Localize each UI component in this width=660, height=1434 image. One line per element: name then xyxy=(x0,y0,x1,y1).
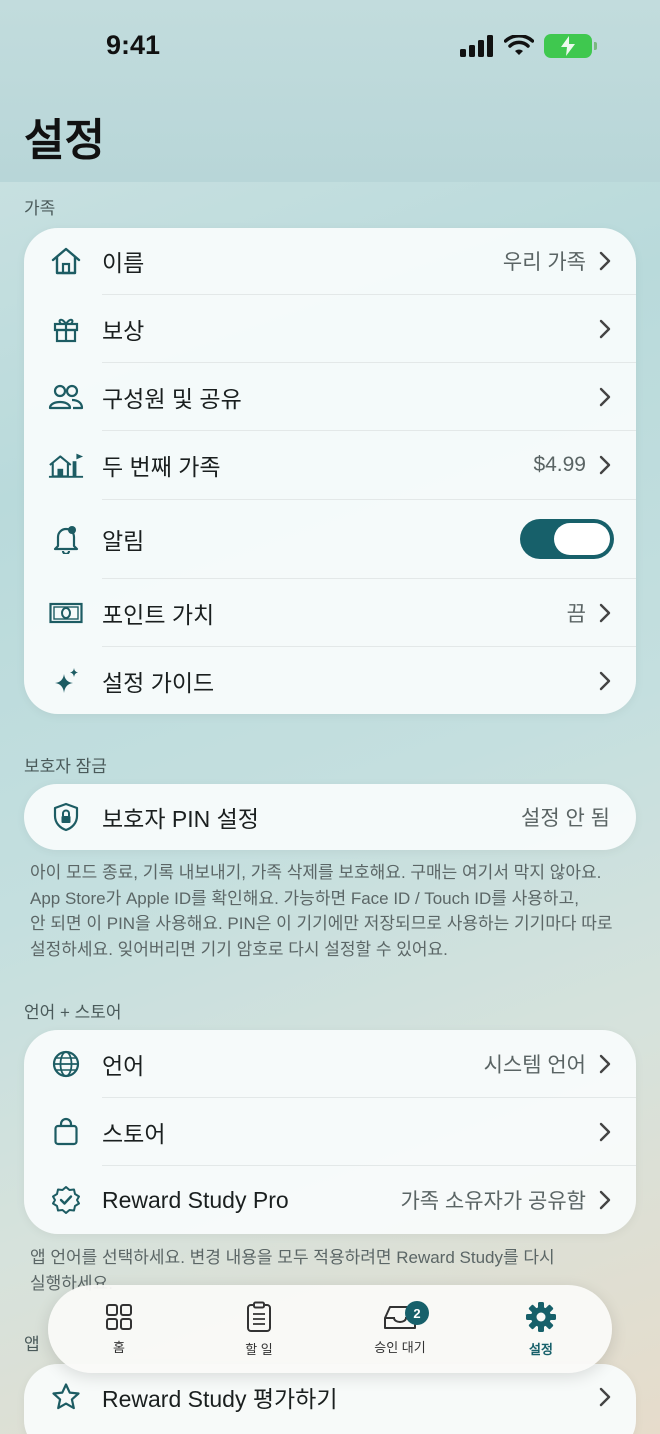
row-setup-guide[interactable]: 설정 가이드 xyxy=(24,647,636,714)
row-label: 설정 가이드 xyxy=(102,669,215,696)
star-icon xyxy=(48,1379,84,1415)
row-store[interactable]: 스토어 xyxy=(24,1098,636,1165)
people-icon xyxy=(48,379,84,415)
row-label: 보상 xyxy=(102,317,145,344)
row-label: 언어 xyxy=(102,1052,145,1079)
chevron-right-icon xyxy=(599,251,611,271)
row-notifications: 알림 xyxy=(24,500,636,578)
section-label-app: 앱 xyxy=(24,1335,40,1354)
seal-check-icon xyxy=(48,1182,84,1218)
status-time: 9:41 xyxy=(106,30,161,60)
footnote-line: 설정하세요. 잊어버리면 기기 암호로 다시 설정할 수 있어요. xyxy=(30,939,448,959)
row-label: 포인트 가치 xyxy=(102,601,215,628)
row-value: 시스템 언어 xyxy=(483,1053,586,1077)
footnote-line: App Store가 Apple ID를 확인해요. 가능하면 Face ID … xyxy=(30,888,579,908)
row-language[interactable]: 언어 시스템 언어 xyxy=(24,1030,636,1097)
tab-label: 승인 대기 xyxy=(374,1339,426,1355)
footnote-line: 안 되면 이 PIN을 사용해요. PIN은 이 기기에만 저장되므로 사용하는… xyxy=(30,914,613,933)
parent-lock-card: 보호자 PIN 설정 설정 안 됨 xyxy=(24,784,636,850)
chevron-right-icon xyxy=(599,1122,611,1141)
sparkles-icon xyxy=(48,663,84,699)
row-label: 스토어 xyxy=(102,1120,166,1147)
chevron-right-icon xyxy=(599,671,611,690)
gear-icon xyxy=(526,1301,556,1332)
footnote-line: 아이 모드 종료, 기록 내보내기, 가족 삭제를 보호해요. 구매는 여기서 … xyxy=(30,863,602,882)
section-label-language-store: 언어 + 스토어 xyxy=(24,1003,122,1022)
chevron-right-icon xyxy=(599,387,611,406)
row-parent-pin[interactable]: 보호자 PIN 설정 설정 안 됨 xyxy=(24,784,636,850)
pending-count-badge: 2 xyxy=(405,1301,429,1325)
row-name[interactable]: 이름 우리 가족 xyxy=(24,228,636,294)
tab-home[interactable]: 홈 xyxy=(54,1285,184,1373)
battery-icon xyxy=(544,34,597,58)
tab-tasks[interactable]: 할 일 xyxy=(194,1285,324,1373)
language-store-card: 언어 시스템 언어 스토어 Reward Study Pro 가족 소유자가 공… xyxy=(24,1030,636,1234)
row-value: 우리 가족 xyxy=(502,251,586,274)
lock-shield-icon xyxy=(48,799,84,835)
section-label-parent-lock: 보호자 잠금 xyxy=(24,757,107,776)
page-title: 설정 xyxy=(24,116,105,165)
house-icon xyxy=(48,243,84,279)
row-second-family[interactable]: 두 번째 가족 $4.99 xyxy=(24,431,636,499)
row-label: 구성원 및 공유 xyxy=(102,385,242,412)
notifications-toggle[interactable] xyxy=(520,519,614,559)
row-label: 보호자 PIN 설정 xyxy=(102,806,259,832)
row-label: Reward Study 평가하기 xyxy=(102,1386,338,1412)
clipboard-icon xyxy=(247,1301,271,1332)
row-point-value[interactable]: 포인트 가치 끔 xyxy=(24,579,636,646)
row-value: 끔 xyxy=(566,602,586,626)
banknote-icon xyxy=(48,595,84,631)
bell-icon xyxy=(48,521,84,557)
family-card: 이름 우리 가족 보상 구성원 및 공유 두 번째 가족 $4.99 알림 포인… xyxy=(24,228,636,714)
tab-pending-approval[interactable]: 2 승인 대기 xyxy=(335,1285,465,1373)
bag-icon xyxy=(48,1114,84,1150)
status-icons xyxy=(460,34,597,58)
chevron-right-icon xyxy=(599,455,611,475)
row-label: 두 번째 가족 xyxy=(102,454,221,480)
chevron-right-icon xyxy=(599,1387,611,1407)
row-reward-study-pro[interactable]: Reward Study Pro 가족 소유자가 공유함 xyxy=(24,1166,636,1234)
row-label: 알림 xyxy=(102,528,145,554)
tab-label: 홈 xyxy=(113,1339,125,1355)
row-value: $4.99 xyxy=(533,453,586,476)
parent-lock-footnote: 아이 모드 종료, 기록 내보내기, 가족 삭제를 보호해요. 구매는 여기서 … xyxy=(30,860,630,962)
section-label-family: 가족 xyxy=(24,199,56,218)
app-card: Reward Study 평가하기 xyxy=(24,1364,636,1434)
footnote-line: 앱 언어를 선택하세요. 변경 내용을 모두 적용하려면 Reward Stud… xyxy=(30,1248,555,1267)
row-value: 가족 소유자가 공유함 xyxy=(400,1190,586,1213)
row-members[interactable]: 구성원 및 공유 xyxy=(24,363,636,430)
gift-icon xyxy=(48,311,84,347)
wifi-icon xyxy=(504,35,534,55)
grid-icon xyxy=(106,1303,132,1330)
chevron-right-icon xyxy=(599,319,611,338)
second-house-icon xyxy=(48,447,84,483)
signal-icon xyxy=(460,35,493,57)
chevron-right-icon xyxy=(599,603,611,622)
toggle-knob xyxy=(554,523,610,555)
row-label: Reward Study Pro xyxy=(102,1186,289,1213)
chevron-right-icon xyxy=(599,1190,611,1210)
status-bar: 9:41 xyxy=(0,0,660,90)
tab-settings[interactable]: 설정 xyxy=(476,1285,606,1373)
chevron-right-icon xyxy=(599,1054,611,1073)
tab-label: 설정 xyxy=(529,1341,553,1357)
globe-icon xyxy=(48,1046,84,1082)
row-rewards[interactable]: 보상 xyxy=(24,295,636,362)
tab-label: 할 일 xyxy=(245,1341,273,1357)
tab-bar: 홈 할 일 2 승인 대기 설정 xyxy=(48,1285,612,1373)
charging-bolt-icon xyxy=(561,36,575,56)
row-value: 설정 안 됨 xyxy=(521,807,610,830)
row-label: 이름 xyxy=(102,250,145,276)
row-rate-app[interactable]: Reward Study 평가하기 xyxy=(24,1364,636,1430)
